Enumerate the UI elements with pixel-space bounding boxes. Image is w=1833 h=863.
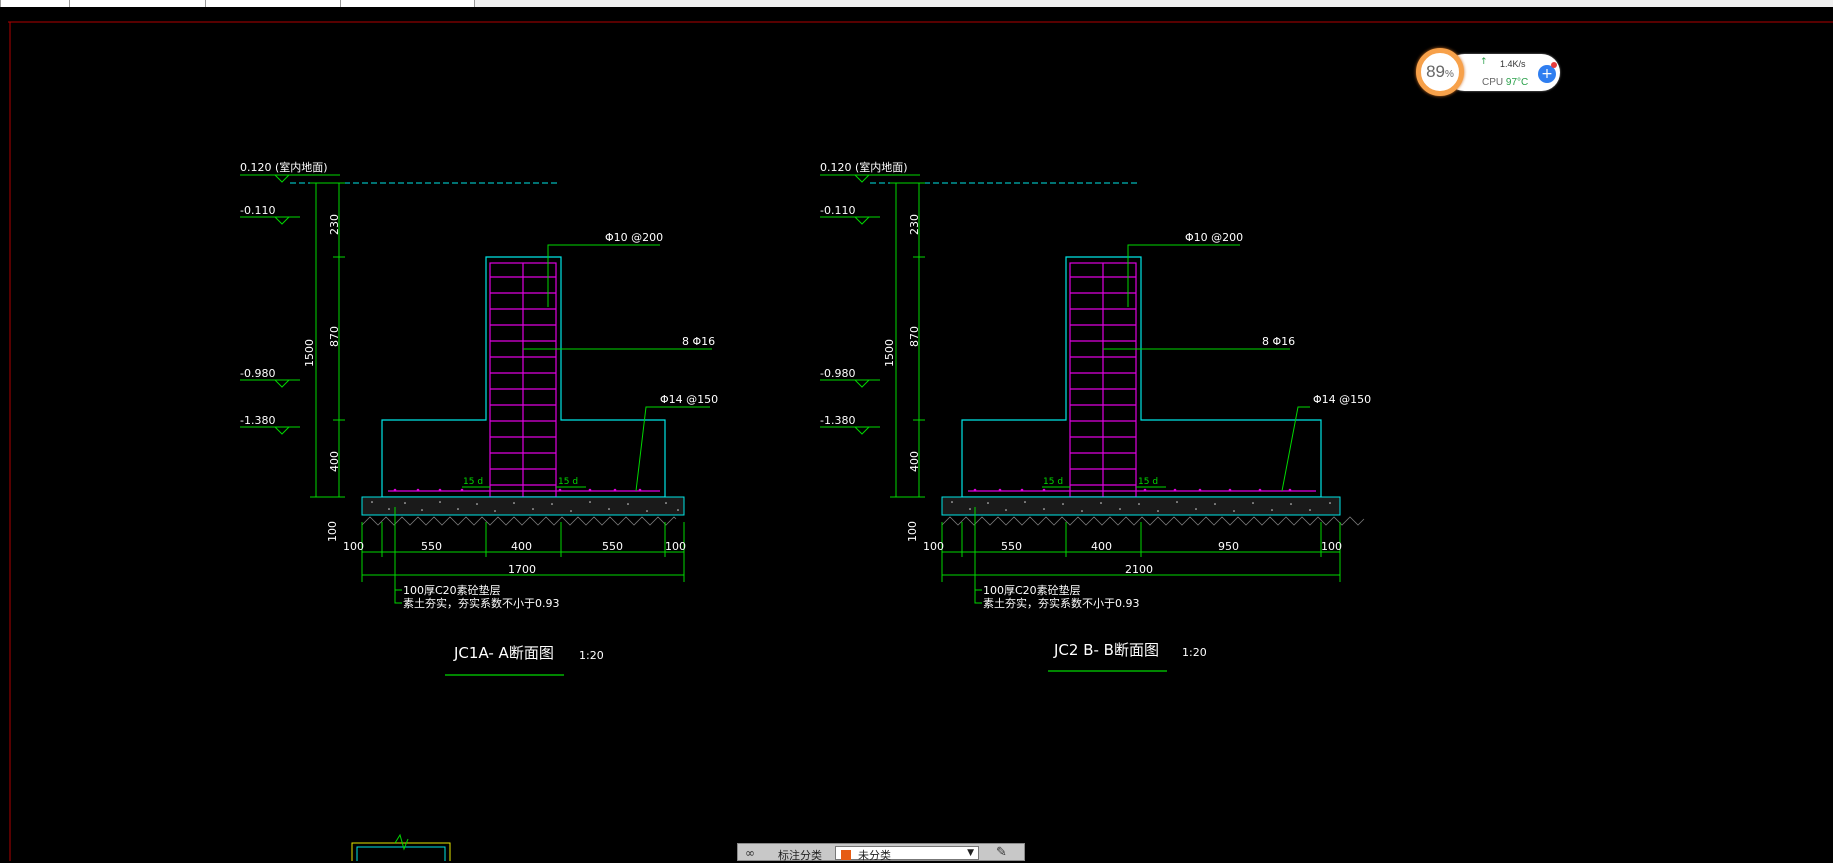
dim-horizontal: 400 (1091, 540, 1112, 553)
dim-horizontal: 550 (602, 540, 623, 553)
dim-horizontal: 550 (421, 540, 442, 553)
category-color-swatch (841, 850, 851, 860)
performance-widget[interactable]: 89% ↑ 1.4K/s CPU 97°C + (1416, 48, 1560, 96)
section-drawing-jc2: 0.120 (室内地面) -0.110 -0.980 -1.380 230 87… (820, 160, 1371, 672)
notification-dot (1551, 62, 1557, 68)
dim-total: 1700 (508, 563, 536, 576)
infinity-icon[interactable]: ∞ (745, 846, 755, 860)
dim-vertical: 230 (908, 214, 921, 235)
level-label: -0.980 (820, 367, 855, 380)
rebar-label: 8 Φ16 (682, 335, 715, 348)
level-label: -0.980 (240, 367, 275, 380)
section-scale: 1:20 (1182, 646, 1207, 659)
dim-vertical: 230 (328, 214, 341, 235)
dim-horizontal: 400 (511, 540, 532, 553)
dim-horizontal: 100 (343, 540, 364, 553)
dim-vertical: 1500 (883, 339, 896, 367)
rebar-label: Φ10 @200 (605, 231, 663, 244)
annotation-toolbar: ∞ 标注分类 未分类 ▼ ✎ (737, 843, 1025, 862)
level-label: -1.380 (820, 414, 855, 427)
memory-percent: 89% (1426, 62, 1454, 81)
dim-horizontal: 100 (923, 540, 944, 553)
dim-vertical: 400 (328, 451, 341, 472)
anchorage-label: 15 d (1043, 477, 1063, 487)
document-tab[interactable] (69, 0, 206, 7)
upload-arrow-icon: ↑ (1480, 57, 1488, 67)
dim-vertical: 870 (328, 326, 341, 347)
rebar-label: Φ14 @150 (1313, 393, 1371, 406)
section-drawing-jc1a: 0.120 (室内地面) -0.110 -0.980 -1.380 230 87… (240, 160, 718, 676)
chevron-down-icon[interactable]: ▼ (967, 848, 974, 858)
level-label: 0.120 (室内地面) (240, 160, 328, 174)
section-title: JC2 B- B断面图 (1053, 641, 1159, 659)
document-tab[interactable] (205, 0, 341, 7)
partial-drawing-bottom (351, 833, 451, 861)
note-text: 100厚C20素砼垫层 (403, 583, 501, 597)
note-text: 素土夯实，夯实系数不小于0.93 (403, 596, 560, 610)
network-speed: 1.4K/s (1500, 59, 1526, 69)
document-tab-bar (0, 0, 1833, 7)
dim-vertical: 100 (326, 521, 339, 542)
level-label: 0.120 (室内地面) (820, 160, 908, 174)
note-text: 100厚C20素砼垫层 (983, 583, 1081, 597)
rebar-label: 8 Φ16 (1262, 335, 1295, 348)
dim-horizontal: 950 (1218, 540, 1239, 553)
dim-horizontal: 100 (665, 540, 686, 553)
document-tab[interactable] (340, 0, 475, 7)
anchorage-label: 15 d (558, 477, 578, 487)
dim-total: 2100 (1125, 563, 1153, 576)
cad-drawing-canvas[interactable]: 0.120 (室内地面) -0.110 -0.980 -1.380 230 87… (0, 7, 1833, 861)
rebar-label: Φ14 @150 (660, 393, 718, 406)
dim-vertical: 1500 (303, 339, 316, 367)
annotation-category-select[interactable]: 未分类 ▼ (835, 846, 979, 862)
dim-vertical: 100 (906, 521, 919, 542)
dim-horizontal: 550 (1001, 540, 1022, 553)
dim-vertical: 400 (908, 451, 921, 472)
level-label: -0.110 (820, 204, 855, 217)
dim-vertical: 870 (908, 326, 921, 347)
anchorage-label: 15 d (463, 477, 483, 487)
section-title: JC1A- A断面图 (453, 644, 554, 662)
section-scale: 1:20 (579, 649, 604, 662)
pencil-icon[interactable]: ✎ (996, 845, 1007, 860)
level-label: -1.380 (240, 414, 275, 427)
rebar-label: Φ10 @200 (1185, 231, 1243, 244)
note-text: 素土夯实，夯实系数不小于0.93 (983, 596, 1140, 610)
document-tab[interactable] (0, 0, 70, 7)
anchorage-label: 15 d (1138, 477, 1158, 487)
dim-horizontal: 100 (1321, 540, 1342, 553)
level-label: -0.110 (240, 204, 275, 217)
cpu-status: CPU 97°C (1482, 77, 1529, 88)
